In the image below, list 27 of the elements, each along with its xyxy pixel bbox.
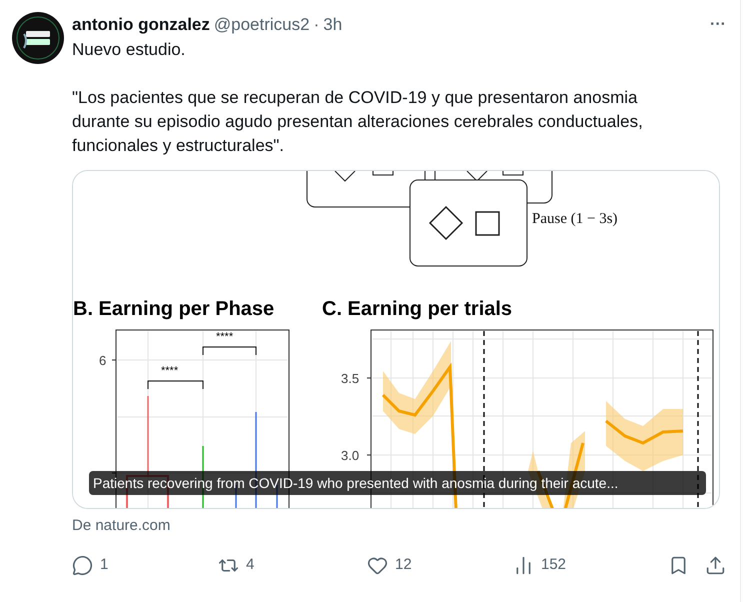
card-caption[interactable]: Patients recovering from COVID-19 who presented with anosmia during their acute... [89, 471, 706, 495]
share-icon [705, 555, 726, 576]
avatar[interactable] [12, 12, 64, 64]
link-source[interactable]: De nature.com [72, 515, 728, 538]
repost-button[interactable]: 4 [218, 554, 254, 577]
post-text: Nuevo estudio. [72, 39, 186, 61]
axis-tick-label: 3.0 [341, 447, 360, 465]
separator: · [314, 14, 320, 36]
axis-tick-label: 3.5 [341, 370, 360, 388]
author-handle[interactable]: @poetricus2 [214, 12, 310, 38]
like-button[interactable]: 12 [367, 554, 412, 577]
post-text: "Los pacientes que se recuperan de COVID-19 y que presentaron anosmia durante su episodio agudo presentan alteraciones cerebrales conductuales, funcionales y estructurales". [72, 87, 644, 157]
axis-tick-label: 6 [99, 352, 106, 370]
link-card[interactable]: Pause (1 − 3s) B. Earning per Phase C. Earning per trials 6 **** **** 3.5 3.0 Patients recovering from COVID-19 who presented with anosmia during their acute... [72, 170, 720, 509]
panel-title: C. Earning per trials [322, 297, 512, 322]
heart-icon [367, 555, 388, 576]
figure-label: Pause (1 − 3s) [532, 210, 618, 229]
more-button[interactable]: ··· [710, 17, 726, 33]
share-button[interactable] [705, 555, 726, 576]
views-button[interactable]: 152 [513, 554, 566, 577]
reply-button[interactable]: 1 [72, 554, 108, 577]
author-name[interactable]: antonio gonzalez [72, 12, 210, 38]
reply-icon [72, 555, 93, 576]
significance-label: **** [216, 330, 234, 345]
post-time[interactable]: 3h [323, 12, 342, 38]
panel-title: B. Earning per Phase [73, 297, 274, 322]
significance-label: **** [161, 364, 178, 379]
